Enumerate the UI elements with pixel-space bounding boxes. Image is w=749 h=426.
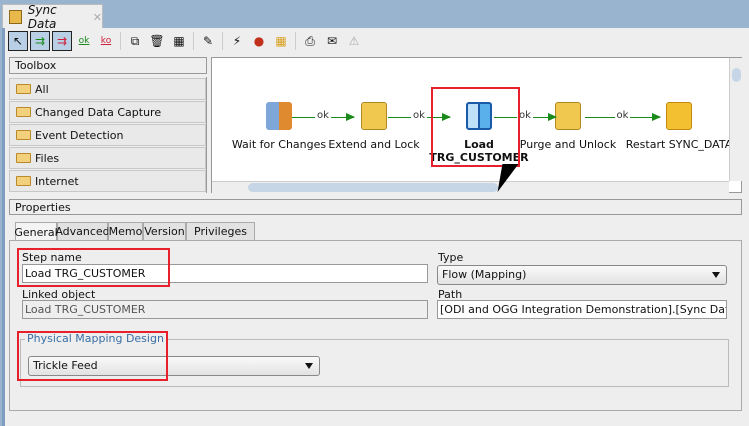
scrollbar-thumb[interactable] [248, 183, 498, 192]
toolbox-item-label: All [35, 82, 49, 96]
toolbox-item-label: Files [35, 151, 60, 165]
type-value: Flow (Mapping) [442, 268, 527, 281]
toolbox-item-all[interactable]: All [9, 78, 206, 100]
validate-icon[interactable]: ✉ [322, 31, 342, 51]
step-label: Extend and Lock [328, 138, 420, 151]
procedure-icon [555, 102, 581, 130]
highlight-box [17, 331, 168, 381]
generate-scenario-icon[interactable]: ▦ [271, 31, 291, 51]
scrollbar-thumb[interactable] [732, 68, 741, 82]
highlight-box [431, 87, 520, 167]
print-icon[interactable]: ⎙ [300, 31, 320, 51]
toolbox-item-label: Event Detection [35, 128, 124, 142]
warning-icon[interactable]: ⚠ [344, 31, 364, 51]
type-select[interactable]: Flow (Mapping) [437, 265, 727, 285]
toolbox-item-files[interactable]: Files [9, 147, 206, 169]
vertical-scrollbar[interactable] [729, 58, 742, 181]
folder-icon [16, 176, 31, 186]
package-diagram-canvas[interactable]: Wait for Changes Extend and Lock Load TR… [211, 57, 742, 193]
toolbox-item-event-detection[interactable]: Event Detection [9, 124, 206, 146]
event-wait-icon [266, 102, 292, 130]
tab-title: Sync Data [27, 3, 57, 31]
link-label: ok [411, 110, 427, 121]
path-field: [ODI and OGG Integration Demonstration].… [437, 300, 727, 319]
folder-icon [16, 130, 31, 140]
ok-link[interactable]: ok [292, 110, 355, 121]
ok-link[interactable]: ok [585, 110, 661, 121]
toolbox-item-changed-data-capture[interactable]: Changed Data Capture [9, 101, 206, 123]
next-step-ko-button[interactable]: ko [96, 31, 116, 51]
toolbox-item-internet[interactable]: Internet [9, 170, 206, 192]
linked-object-field: Load TRG_CUSTOMER [22, 300, 428, 319]
link-label: ok [614, 110, 631, 121]
debug-icon[interactable]: ● [249, 31, 269, 51]
toolbox-item-label: Changed Data Capture [35, 105, 162, 119]
ok-link-tool-icon[interactable]: ⇉ [30, 31, 50, 51]
tab-privileges[interactable]: Privileges [186, 222, 255, 241]
toolbar: ↖ ⇉ ⇉ ok ko ⧉ 🗑 ▦ ✎ ⚡ ● ▦ ⎙ ✉ ⚠ [8, 30, 364, 52]
duplicate-icon[interactable]: ⧉ [125, 31, 145, 51]
folder-icon [16, 107, 31, 117]
tab-general[interactable]: General [14, 222, 58, 242]
step-label: Purge and Unlock [519, 138, 617, 151]
step-restart-sync-data[interactable]: Restart SYNC_DATA [624, 102, 734, 151]
highlight-box [17, 248, 170, 287]
next-step-ok-button[interactable]: ok [74, 31, 94, 51]
horizontal-scrollbar[interactable] [212, 181, 729, 193]
run-icon[interactable]: ⚡ [227, 31, 247, 51]
procedure-icon [361, 102, 387, 130]
toolbox-item-label: Internet [35, 174, 79, 188]
properties-header: Properties [9, 199, 742, 215]
package-icon [9, 10, 22, 24]
scenario-icon [666, 102, 692, 130]
toolbox-header: Toolbox [9, 57, 207, 74]
folder-icon [16, 84, 31, 94]
tab-sync-data[interactable]: Sync Data ✕ [2, 3, 103, 31]
delete-icon[interactable]: 🗑 [147, 31, 167, 51]
close-icon[interactable]: ✕ [93, 11, 102, 24]
step-label: Restart SYNC_DATA [625, 138, 733, 151]
step-label: Wait for Changes [231, 138, 327, 151]
edit-icon[interactable]: ✎ [198, 31, 218, 51]
ko-link-tool-icon[interactable]: ⇉ [52, 31, 72, 51]
arrange-icon[interactable]: ▦ [169, 31, 189, 51]
type-label: Type [438, 251, 464, 264]
link-label: ok [315, 110, 331, 121]
tab-advanced[interactable]: Advanced [55, 222, 110, 241]
folder-icon [16, 153, 31, 163]
select-tool-icon[interactable]: ↖ [8, 31, 28, 51]
tab-version[interactable]: Version [143, 222, 186, 241]
chevron-down-icon [305, 363, 313, 369]
chevron-down-icon [712, 272, 720, 278]
tab-memo[interactable]: Memo [108, 222, 143, 241]
